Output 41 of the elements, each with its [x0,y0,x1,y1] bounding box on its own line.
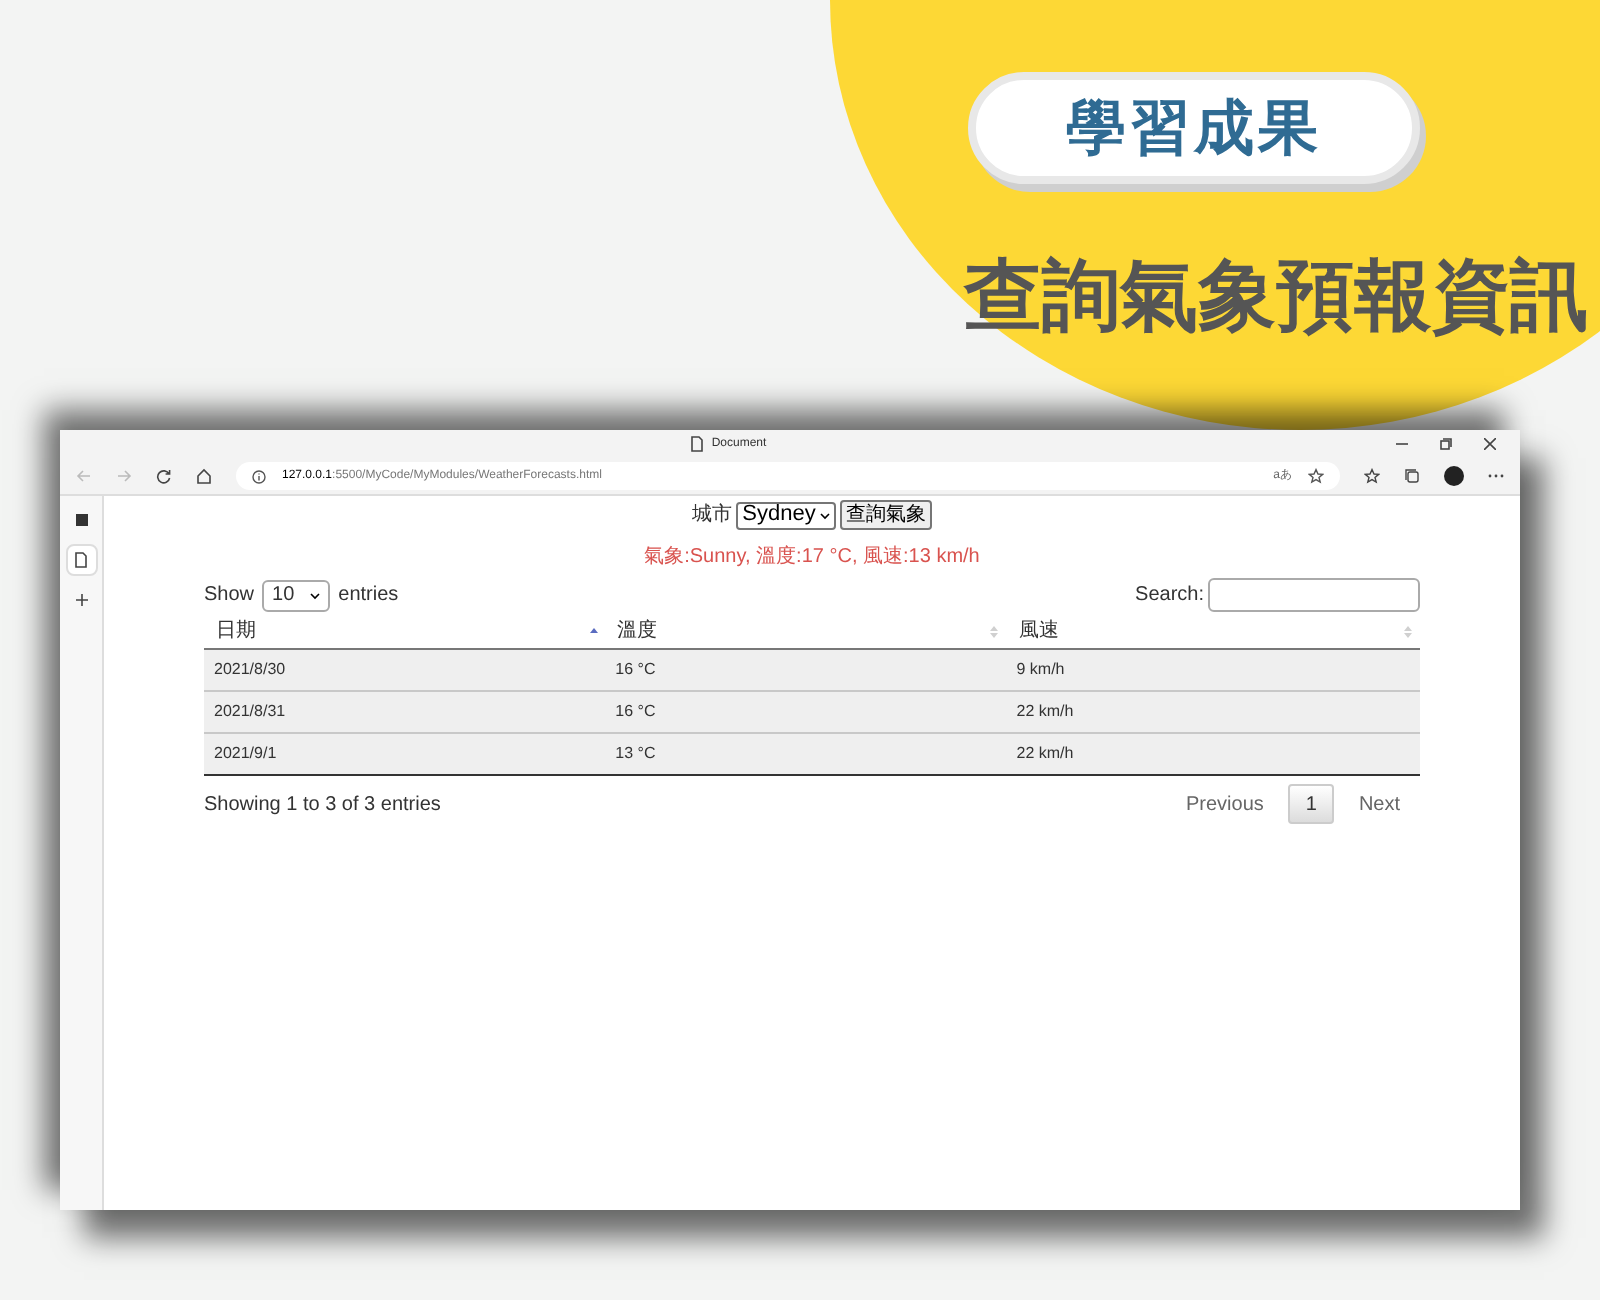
refresh-icon[interactable] [156,468,172,484]
restore-icon[interactable] [1440,438,1452,450]
query-button[interactable]: 查詢氣象 [839,500,932,530]
page-button[interactable]: Previous [1165,784,1284,824]
profile-avatar[interactable] [1444,466,1464,486]
column-header[interactable]: 日期 [204,614,606,649]
city-label: 城市 [692,501,733,530]
show-label: Show [204,582,255,610]
document-icon [74,552,88,568]
table-cell: 2021/8/30 [204,649,606,691]
favorites-icon[interactable] [1364,468,1380,484]
weather-result: 氣象:Sunny, 溫度:17 °C, 風速:13 km/h [642,543,982,572]
table-cell: 16 °C [605,649,1007,691]
collections-icon[interactable] [1404,468,1420,484]
chevron-icon [819,511,830,519]
table-cell: 9 km/h [1006,649,1420,691]
table-info: Showing 1 to 3 of 3 entries [204,791,441,819]
table-cell: 2021/9/1 [204,733,606,775]
column-header[interactable]: 風速 [1006,614,1420,649]
page-button[interactable]: Next [1338,784,1420,824]
banner-title: 查詢氣象預報資訊 [964,252,1588,344]
entries-select[interactable]: 10 [262,579,331,611]
search-label: Search: [1135,582,1204,610]
column-header[interactable]: 溫度 [605,614,1007,649]
tab-item[interactable] [65,544,97,576]
home-icon[interactable] [196,468,212,484]
page-button[interactable]: 1 [1287,784,1335,824]
table-cell: 22 km/h [1006,691,1420,733]
table-cell: 22 km/h [1006,733,1420,775]
info-icon [252,469,266,483]
table-cell: 2021/8/31 [204,691,606,733]
close-icon[interactable] [1484,438,1496,450]
table-cell: 13 °C [605,733,1007,775]
minimize-icon[interactable] [1396,438,1408,450]
chevron-icon [310,591,321,599]
table-cell: 16 °C [605,691,1007,733]
document-icon [689,436,704,452]
entries-label: entries [338,582,399,610]
search-field[interactable] [1208,578,1420,612]
new-tab-icon[interactable] [73,592,89,608]
city-select[interactable]: Sydney [736,501,836,529]
